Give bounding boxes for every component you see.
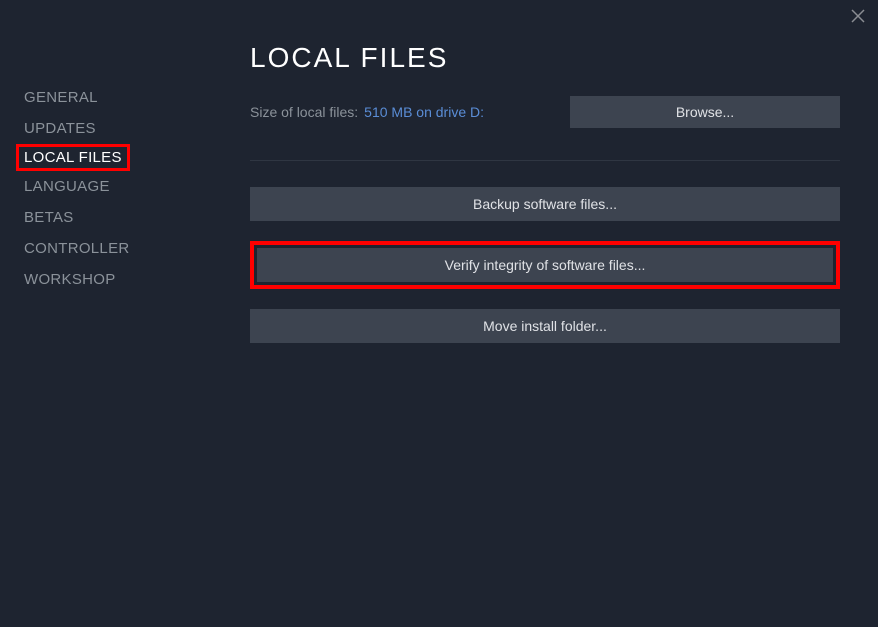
sidebar-item-controller[interactable]: CONTROLLER [24, 233, 130, 264]
size-row: Size of local files: 510 MB on drive D: … [250, 96, 840, 128]
size-label: Size of local files: [250, 104, 358, 120]
browse-button[interactable]: Browse... [570, 96, 840, 128]
close-icon[interactable] [848, 6, 868, 26]
sidebar-item-workshop[interactable]: WORKSHOP [24, 264, 116, 295]
sidebar-item-updates[interactable]: UPDATES [24, 113, 96, 144]
sidebar-item-language[interactable]: LANGUAGE [24, 171, 110, 202]
size-value-link[interactable]: 510 MB on drive D: [364, 104, 484, 120]
sidebar-item-local-files[interactable]: LOCAL FILES [16, 144, 130, 171]
verify-button-highlight: Verify integrity of software files... [250, 241, 840, 289]
page-title: LOCAL FILES [250, 42, 840, 74]
verify-button[interactable]: Verify integrity of software files... [257, 248, 833, 282]
backup-button[interactable]: Backup software files... [250, 187, 840, 221]
divider [250, 160, 840, 161]
main-panel: LOCAL FILES Size of local files: 510 MB … [230, 0, 878, 627]
sidebar: GENERAL UPDATES LOCAL FILES LANGUAGE BET… [0, 0, 230, 627]
sidebar-item-general[interactable]: GENERAL [24, 82, 98, 113]
move-button[interactable]: Move install folder... [250, 309, 840, 343]
sidebar-item-betas[interactable]: BETAS [24, 202, 74, 233]
